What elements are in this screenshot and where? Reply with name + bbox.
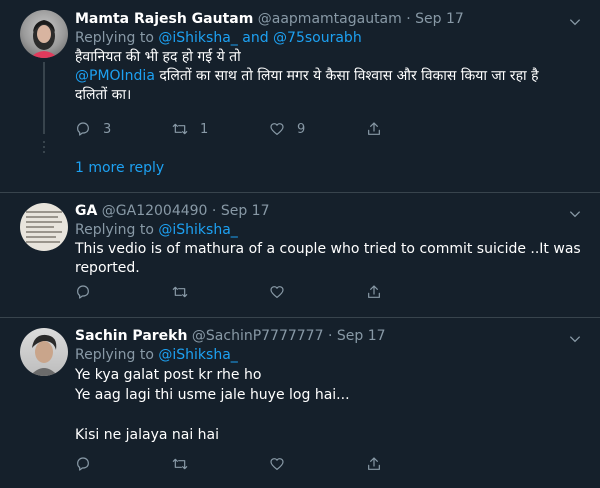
chevron-down-icon[interactable]: [568, 331, 582, 345]
tweet-line: This vedio is of mathura of a couple who…: [75, 241, 581, 257]
separator-dot: ·: [327, 328, 333, 344]
retweet-count: 1: [200, 121, 209, 137]
tweet-text: हैवानियत की भी हद हो गई ये तो @PMOIndia …: [75, 48, 588, 105]
display-name[interactable]: Mamta Rajesh Gautam: [75, 11, 253, 27]
tweet-line: दलितों का।: [75, 87, 132, 103]
avatar[interactable]: [20, 328, 68, 376]
share-icon: [368, 122, 380, 135]
chevron-down-icon[interactable]: [568, 14, 582, 28]
tweet[interactable]: Mamta Rajesh Gautam @aapmamtagautam · Se…: [0, 0, 600, 193]
retweet-button[interactable]: [172, 284, 269, 300]
avatar[interactable]: [20, 203, 68, 251]
heart-icon: [270, 458, 284, 470]
retweet-icon: [172, 123, 188, 135]
reply-icon: [77, 122, 89, 136]
reply-button[interactable]: [75, 456, 172, 472]
reply-icon: [77, 285, 89, 299]
like-count: 9: [297, 121, 306, 137]
share-icon: [368, 285, 380, 298]
tweet-header: GA @GA12004490 · Sep 17: [75, 202, 588, 220]
mention-link[interactable]: @75sourabh: [273, 30, 362, 46]
heart-icon: [270, 286, 284, 298]
tweet-line: Ye aag lagi thi usme jale huye log hai..…: [75, 387, 350, 403]
tweet-line: Kisi ne jalaya nai hai: [75, 427, 220, 443]
user-handle[interactable]: @GA12004490: [102, 203, 208, 219]
chevron-down-icon[interactable]: [568, 206, 582, 220]
replying-to-label: Replying to: [75, 30, 154, 46]
mention-link[interactable]: @iShiksha_: [158, 222, 237, 238]
avatar[interactable]: [20, 10, 68, 58]
separator-dot: ·: [211, 203, 217, 219]
retweet-button[interactable]: 1: [172, 121, 269, 137]
mention-link[interactable]: @iShiksha_: [158, 30, 237, 46]
tweet-actions: [75, 284, 463, 300]
share-button[interactable]: [366, 456, 463, 472]
replying-to-label: Replying to: [75, 347, 154, 363]
tweet-line: हैवानियत की भी हद हो गई ये तो: [75, 49, 241, 65]
reply-count: 3: [103, 121, 112, 137]
share-icon: [368, 457, 380, 470]
replying-to: Replying to @iShiksha_: [75, 346, 588, 364]
replying-to-label: Replying to: [75, 222, 154, 238]
tweet-date[interactable]: Sep 17: [415, 11, 464, 27]
tweet-line: Ye kya galat post kr rhe ho: [75, 367, 262, 383]
tweet-date[interactable]: Sep 17: [337, 328, 386, 344]
mention-link[interactable]: @iShiksha_: [158, 347, 237, 363]
show-more-replies-link[interactable]: 1 more reply: [75, 160, 164, 176]
user-handle[interactable]: @SachinP7777777: [192, 328, 324, 344]
tweet-date[interactable]: Sep 17: [221, 203, 270, 219]
tweet-actions: [75, 456, 463, 472]
tweet-actions: 3 1 9: [75, 121, 463, 137]
like-button[interactable]: 9: [269, 121, 366, 137]
user-handle[interactable]: @aapmamtagautam: [258, 11, 402, 27]
like-button[interactable]: [269, 284, 366, 300]
reply-icon: [77, 457, 89, 471]
tweet-header: Mamta Rajesh Gautam @aapmamtagautam · Se…: [75, 10, 588, 28]
share-button[interactable]: [366, 284, 463, 300]
tweet-line: दलितों का साथ तो लिया मगर ये कैसा विश्वा…: [154, 68, 539, 84]
replying-to: Replying to @iShiksha_: [75, 221, 588, 239]
tweet[interactable]: Sachin Parekh @SachinP7777777 · Sep 17 R…: [0, 318, 600, 488]
separator-dot: ·: [406, 11, 411, 27]
mention-link[interactable]: @PMOIndia: [75, 68, 155, 84]
like-button[interactable]: [269, 456, 366, 472]
thread-line: [43, 62, 45, 134]
replying-to: Replying to @iShiksha_ and @75sourabh: [75, 29, 588, 47]
display-name[interactable]: GA: [75, 203, 97, 219]
tweet-text: Ye kya galat post kr rhe ho Ye aag lagi …: [75, 365, 588, 445]
retweet-icon: [172, 286, 188, 298]
mention-and: and: [242, 30, 269, 46]
heart-icon: [270, 123, 284, 135]
retweet-button[interactable]: [172, 456, 269, 472]
tweet-line-blank: [75, 405, 588, 425]
tweet-header: Sachin Parekh @SachinP7777777 · Sep 17: [75, 327, 588, 345]
tweet-line: reported.: [75, 260, 140, 276]
tweet-text: This vedio is of mathura of a couple who…: [75, 240, 588, 278]
display-name[interactable]: Sachin Parekh: [75, 328, 187, 344]
reply-button[interactable]: [75, 284, 172, 300]
retweet-icon: [172, 458, 188, 470]
tweet[interactable]: GA @GA12004490 · Sep 17 Replying to @iSh…: [0, 193, 600, 318]
reply-button[interactable]: 3: [75, 121, 172, 137]
share-button[interactable]: [366, 121, 463, 137]
thread-dots: [41, 138, 47, 156]
